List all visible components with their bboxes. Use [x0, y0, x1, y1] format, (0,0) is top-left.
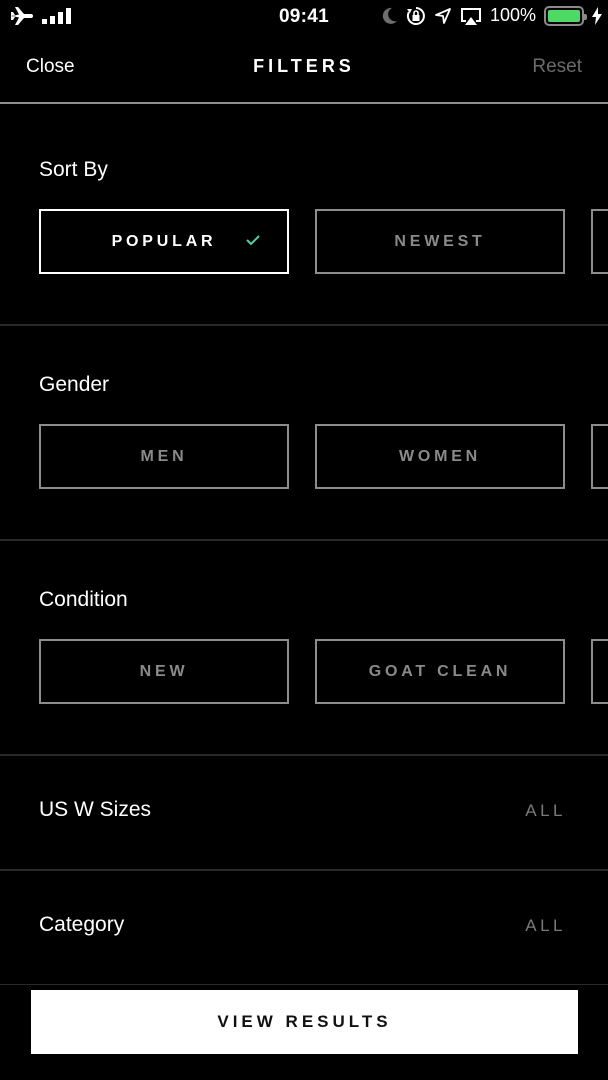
- chip-label: GOAT CLEAN: [368, 662, 512, 680]
- condition-section: Condition NEW GOAT CLEAN: [0, 541, 608, 756]
- condition-option-goat-clean[interactable]: GOAT CLEAN: [315, 639, 565, 704]
- rotation-lock-icon: [406, 6, 426, 26]
- view-results-button[interactable]: VIEW RESULTS: [31, 990, 578, 1054]
- chip-label: NEWEST: [394, 232, 486, 250]
- sort-option-newest[interactable]: NEWEST: [315, 209, 565, 274]
- category-row[interactable]: Category ALL: [0, 871, 608, 986]
- battery-icon: [544, 5, 587, 26]
- battery-percent: 100%: [489, 5, 536, 25]
- checkmark-icon: [245, 233, 261, 252]
- section-label: Sort By: [39, 158, 108, 181]
- chip-label: POPULAR: [111, 232, 217, 250]
- condition-option-more[interactable]: [591, 639, 608, 704]
- status-bar: 09:41 100%: [0, 0, 608, 34]
- chip-label: WOMEN: [398, 447, 482, 465]
- chip-label: MEN: [140, 447, 188, 465]
- charging-icon: [592, 6, 602, 25]
- nav-bar: Close FILTERS Reset: [0, 40, 608, 104]
- condition-options: NEW GOAT CLEAN: [39, 639, 608, 704]
- sort-option-popular[interactable]: POPULAR: [39, 209, 289, 274]
- gender-section: Gender MEN WOMEN: [0, 326, 608, 541]
- gender-options: MEN WOMEN: [39, 424, 608, 489]
- gender-option-more[interactable]: [591, 424, 608, 489]
- section-label: Gender: [39, 373, 110, 396]
- sort-option-more[interactable]: [591, 209, 608, 274]
- location-icon: [434, 7, 452, 25]
- condition-option-new[interactable]: NEW: [39, 639, 289, 704]
- row-value: ALL: [525, 916, 566, 935]
- section-label: Condition: [39, 588, 128, 611]
- gender-option-men[interactable]: MEN: [39, 424, 289, 489]
- reset-button[interactable]: Reset: [532, 56, 582, 78]
- row-label: US W Sizes: [39, 798, 152, 821]
- airplay-icon: [460, 7, 482, 25]
- close-button[interactable]: Close: [26, 56, 75, 78]
- sort-options: POPULAR NEWEST: [39, 209, 608, 274]
- airplane-icon: [10, 6, 34, 26]
- signal-icon: [42, 8, 72, 24]
- sort-by-section: Sort By POPULAR NEWEST: [0, 106, 608, 326]
- sizes-row[interactable]: US W Sizes ALL: [0, 756, 608, 871]
- page-title: FILTERS: [253, 56, 355, 76]
- moon-icon: [382, 7, 398, 25]
- row-label: Category: [39, 913, 125, 936]
- chip-label: NEW: [139, 662, 189, 680]
- gender-option-women[interactable]: WOMEN: [315, 424, 565, 489]
- footer: VIEW RESULTS: [0, 985, 608, 1080]
- row-value: ALL: [525, 801, 566, 820]
